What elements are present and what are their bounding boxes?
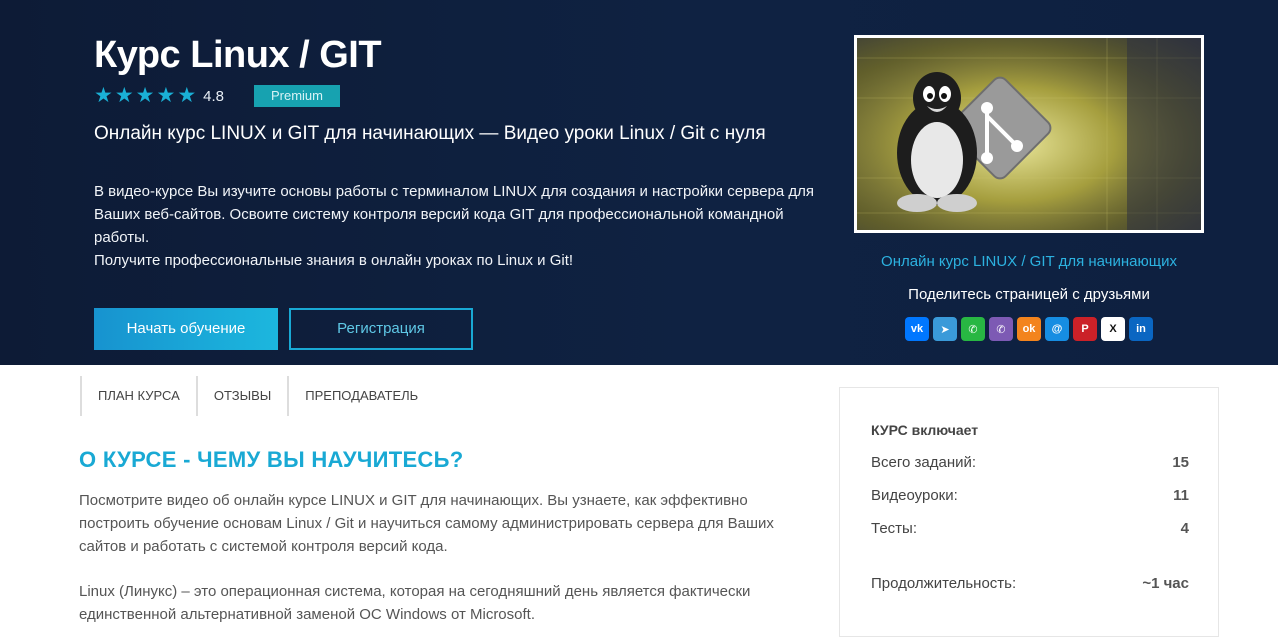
linux-git-illustration [857, 38, 1201, 230]
hero-banner: Курс Linux / GIT ★ ★ ★ ★ ★ 4.8 Premium О… [0, 0, 1278, 365]
course-tabs: ПЛАН КУРСА ОТЗЫВЫ ПРЕПОДАВАТЕЛЬ [80, 376, 434, 416]
description-text-2: Получите профессиональные знания в онлай… [94, 252, 574, 269]
includes-row: Всего заданий: 15 [871, 454, 1189, 471]
includes-label: Тесты: [871, 520, 917, 537]
includes-title: КУРС включает [871, 422, 979, 438]
share-whatsapp-icon[interactable]: ✆ [961, 317, 985, 341]
rating-value: 4.8 [203, 87, 224, 105]
course-description: В видео-курсе Вы изучите основы работы с… [94, 180, 834, 272]
tab-teacher[interactable]: ПРЕПОДАВАТЕЛЬ [287, 376, 434, 416]
star-icon: ★ [94, 84, 113, 107]
share-buttons: vk ➤ ✆ ✆ ok @ P Xin [905, 317, 1157, 341]
includes-value: 15 [1172, 454, 1189, 471]
tab-reviews[interactable]: ОТЗЫВЫ [195, 376, 287, 416]
about-heading: О КУРСЕ - ЧЕМУ ВЫ НАУЧИТЕСЬ? [79, 447, 464, 472]
share-moimir-icon[interactable]: @ [1045, 317, 1069, 341]
start-learning-button[interactable]: Начать обучение [94, 308, 278, 350]
share-x-icon[interactable]: X [1101, 317, 1125, 341]
includes-value: ~1 час [1142, 575, 1189, 592]
tab-course-plan[interactable]: ПЛАН КУРСА [80, 376, 196, 416]
premium-badge: Premium [254, 85, 340, 107]
includes-label: Видеоуроки: [871, 487, 958, 504]
includes-row: Продолжительность: ~1 час [871, 575, 1189, 592]
includes-value: 11 [1173, 487, 1189, 504]
share-label: Поделитесь страницей с друзьями [908, 286, 1150, 303]
share-odnoklassniki-icon[interactable]: ok [1017, 317, 1041, 341]
star-icon: ★ [177, 84, 197, 107]
includes-label: Продолжительность: [871, 575, 1017, 592]
includes-row: Видеоуроки: 11 [871, 487, 1189, 504]
about-paragraph: Посмотрите видео об онлайн курсе LINUX и… [79, 492, 774, 555]
page-title: Курс Linux / GIT [94, 34, 382, 76]
rating: ★ ★ ★ ★ ★ 4.8 [94, 84, 224, 107]
includes-label: Всего заданий: [871, 454, 977, 471]
share-pinterest-icon[interactable]: P [1073, 317, 1097, 341]
description-text: В видео-курсе Вы изучите основы работы с… [94, 183, 815, 246]
share-linkedin-icon[interactable]: in [1129, 317, 1153, 341]
includes-row: Тесты: 4 [871, 520, 1189, 537]
share-vk-icon[interactable]: vk [905, 317, 929, 341]
share-telegram-icon[interactable]: ➤ [933, 317, 957, 341]
course-includes-panel: КУРС включает Всего заданий: 15 Видеоуро… [839, 387, 1219, 637]
share-viber-icon[interactable]: ✆ [989, 317, 1013, 341]
star-icon: ★ [114, 84, 134, 107]
star-icon: ★ [135, 84, 155, 107]
includes-value: 4 [1180, 520, 1189, 537]
course-image-link[interactable]: Онлайн курс LINUX / GIT для начинающих [854, 253, 1204, 270]
star-icon: ★ [156, 84, 176, 107]
course-cover-image[interactable] [854, 35, 1204, 233]
register-button[interactable]: Регистрация [289, 308, 473, 350]
about-paragraph: Linux (Линукс) – это операционная систем… [79, 583, 751, 623]
course-subtitle: Онлайн курс LINUX и GIT для начинающих —… [94, 123, 766, 144]
